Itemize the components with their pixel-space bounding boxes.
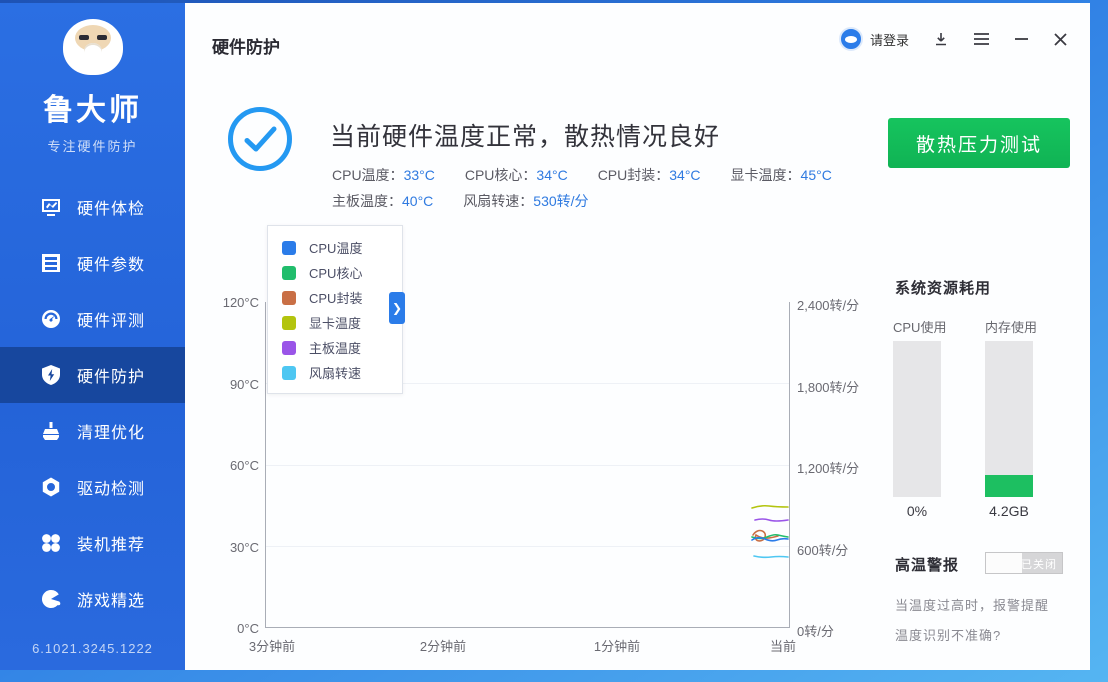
- legend-item-fan-speed[interactable]: 风扇转速: [282, 360, 402, 385]
- legend-item-gpu-temp[interactable]: 显卡温度: [282, 310, 402, 335]
- x-axis-label: 2分钟前: [419, 639, 467, 654]
- legend-collapse-chevron-icon[interactable]: ❯: [389, 292, 405, 324]
- memory-usage-label: 内存使用: [985, 320, 1038, 335]
- high-temp-alert-title: 高温警报: [895, 557, 960, 574]
- sidebar-item-hardware-benchmark[interactable]: 硬件评测: [0, 291, 185, 347]
- left-axis-tick: 120°C: [222, 295, 259, 310]
- right-axis-tick: 0转/分: [797, 624, 834, 639]
- high-temp-alert-toggle[interactable]: 已关闭: [985, 552, 1063, 574]
- reading-cpu-temp: CPU温度：33°C: [332, 167, 435, 183]
- legend-swatch: [282, 340, 296, 355]
- left-axis-tick: 0°C: [237, 621, 259, 636]
- sidebar-item-label: 装机推荐: [77, 537, 146, 554]
- chart-legend: CPU温度 CPU核心 CPU封装 显卡温度 主板温度 风扇转速: [267, 225, 403, 394]
- readings-row-2: 主板温度：40°C 风扇转速：530转/分: [332, 191, 589, 211]
- sidebar-menu: 硬件体检 硬件参数 硬件评测 硬件防护 清理优化 驱动检测 装机推荐 游戏精选: [0, 179, 185, 627]
- reading-fan-speed: 风扇转速：530转/分: [463, 193, 589, 209]
- sidebar-item-driver-check[interactable]: 驱动检测: [0, 459, 185, 515]
- clover-icon: [40, 532, 62, 554]
- legend-swatch: [282, 365, 296, 380]
- sidebar-item-label: 游戏精选: [77, 593, 146, 610]
- sidebar-item-label: 硬件评测: [77, 313, 146, 330]
- sidebar-item-label: 硬件防护: [77, 369, 146, 386]
- legend-swatch: [282, 315, 296, 330]
- line-chart-icon: [40, 196, 62, 218]
- legend-item-cpu-package[interactable]: CPU封装: [282, 285, 402, 310]
- download-icon[interactable]: [933, 31, 949, 47]
- reading-cpu-core: CPU核心：34°C: [464, 167, 568, 183]
- status-check-icon: [228, 107, 292, 171]
- sidebar-item-hardware-params[interactable]: 硬件参数: [0, 235, 185, 291]
- legend-item-cpu-core[interactable]: CPU核心: [282, 260, 402, 285]
- minimize-icon[interactable]: [1014, 37, 1029, 41]
- status-title: 当前硬件温度正常，散热情况良好: [330, 123, 721, 151]
- reading-mobo-temp: 主板温度：40°C: [332, 193, 434, 209]
- right-axis-tick: 1,800转/分: [797, 380, 860, 395]
- cpu-usage-bar: [893, 341, 941, 497]
- list-icon: [40, 252, 62, 274]
- alert-description: 当温度过高时，报警提醒: [895, 598, 1050, 613]
- pacman-icon: [40, 588, 62, 610]
- sidebar-item-game-picks[interactable]: 游戏精选: [0, 571, 185, 627]
- login-button[interactable]: 请登录: [838, 27, 909, 51]
- memory-usage-value: 4.2GB: [989, 503, 1029, 519]
- legend-item-mobo-temp[interactable]: 主板温度: [282, 335, 402, 360]
- gauge-icon: [40, 308, 62, 330]
- sidebar-item-label: 硬件参数: [77, 257, 146, 274]
- brand-tagline: 专注硬件防护: [47, 139, 138, 154]
- legend-swatch: [282, 240, 296, 255]
- sidebar-item-cleanup[interactable]: 清理优化: [0, 403, 185, 459]
- legend-swatch: [282, 290, 296, 305]
- toggle-state-label: 已关闭: [1021, 559, 1057, 571]
- cpu-usage-label: CPU使用: [893, 320, 947, 335]
- left-axis-tick: 90°C: [229, 377, 259, 392]
- sidebar-item-build-recommend[interactable]: 装机推荐: [0, 515, 185, 571]
- memory-usage-bar: [985, 341, 1033, 497]
- mascot-logo-icon: [57, 15, 129, 79]
- left-axis-tick: 30°C: [229, 540, 259, 555]
- right-axis-tick: 600转/分: [797, 543, 849, 558]
- app-window: 鲁大师 专注硬件防护 硬件体检 硬件参数 硬件评测 硬件防护 清理优化 驱动检测…: [0, 3, 1090, 670]
- sidebar-item-hardware-protection[interactable]: 硬件防护: [0, 347, 185, 403]
- brand: 鲁大师 专注硬件防护: [0, 3, 185, 155]
- close-icon[interactable]: [1053, 32, 1068, 47]
- right-axis-tick: 1,200转/分: [797, 461, 860, 476]
- toggle-knob: [986, 553, 1022, 573]
- reading-cpu-package: CPU封装：34°C: [597, 167, 701, 183]
- x-axis-label: 3分钟前: [248, 639, 296, 654]
- legend-swatch: [282, 265, 296, 280]
- app-version: 6.1021.3245.1222: [32, 641, 153, 656]
- nut-icon: [40, 476, 62, 498]
- page-title: 硬件防护: [212, 38, 280, 57]
- cpu-usage-value: 0%: [906, 503, 928, 519]
- legend-item-cpu-temp[interactable]: CPU温度: [282, 235, 402, 260]
- resources-title: 系统资源耗用: [895, 280, 992, 297]
- stress-test-button[interactable]: 散热压力测试: [888, 118, 1070, 168]
- right-axis-tick: 2,400转/分: [797, 298, 860, 313]
- left-axis-tick: 60°C: [229, 458, 259, 473]
- x-axis-label: 当前: [769, 639, 797, 654]
- readings-row-1: CPU温度：33°C CPU核心：34°C CPU封装：34°C 显卡温度：45…: [332, 165, 832, 185]
- sidebar: 鲁大师 专注硬件防护 硬件体检 硬件参数 硬件评测 硬件防护 清理优化 驱动检测…: [0, 3, 185, 670]
- sidebar-item-label: 硬件体检: [77, 201, 146, 218]
- memory-usage-fill: [985, 475, 1033, 497]
- temp-accuracy-help-link[interactable]: 温度识别不准确?: [895, 625, 1001, 644]
- sidebar-item-label: 驱动检测: [77, 481, 146, 498]
- x-axis-label: 1分钟前: [593, 639, 641, 654]
- menu-icon[interactable]: [973, 32, 990, 46]
- user-avatar: [838, 27, 863, 51]
- reading-gpu-temp: 显卡温度：45°C: [730, 167, 832, 183]
- broom-icon: [40, 420, 62, 442]
- shield-bolt-icon: [40, 364, 62, 386]
- sidebar-item-hardware-checkup[interactable]: 硬件体检: [0, 179, 185, 235]
- window-controls: 请登录: [838, 27, 1068, 51]
- brand-name: 鲁大师: [43, 94, 142, 127]
- sidebar-item-label: 清理优化: [77, 425, 146, 442]
- login-label: 请登录: [869, 32, 909, 48]
